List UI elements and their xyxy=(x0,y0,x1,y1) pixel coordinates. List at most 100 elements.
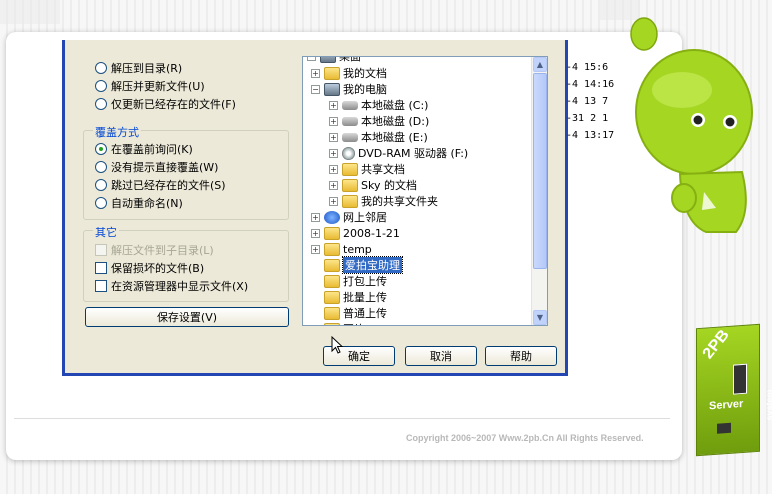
tree-item-label: 打包上传 xyxy=(343,275,387,288)
tree-item-desktop[interactable]: − 桌面 xyxy=(307,56,361,64)
tree-item-label: 本地磁盘 (E:) xyxy=(361,131,428,144)
folder-icon xyxy=(324,226,340,240)
option-label: 解压文件到子目录(L) xyxy=(111,244,214,257)
folder-tree[interactable]: − 桌面 + 我的文档 − 我的电脑 + 本地磁盘 (C:) + 本地磁盘 (D… xyxy=(302,56,548,326)
tree-item-temp[interactable]: + temp xyxy=(311,241,372,257)
folder-icon xyxy=(342,162,358,176)
expand-icon[interactable]: + xyxy=(311,228,320,238)
folder-icon xyxy=(324,306,340,320)
tree-item-batch-upload[interactable]: 批量上传 xyxy=(324,289,387,305)
scroll-thumb[interactable] xyxy=(533,73,547,269)
log-line: -4 14:16 xyxy=(566,79,615,90)
tree-item-label: 共享文档 xyxy=(361,163,405,176)
expand-icon[interactable]: + xyxy=(311,244,320,254)
mascot-figure xyxy=(630,17,753,233)
tree-item-disk-c[interactable]: + 本地磁盘 (C:) xyxy=(329,97,428,113)
radio-icon xyxy=(95,98,107,110)
option-label: 在覆盖前询问(K) xyxy=(111,143,193,156)
tree-item-label: DVD-RAM 驱动器 (F:) xyxy=(358,147,469,160)
option-label: 保留损坏的文件(B) xyxy=(111,262,205,275)
tree-item-label: 本地磁盘 (D:) xyxy=(361,115,430,128)
folder-icon xyxy=(342,194,358,208)
tree-item-my-computer[interactable]: − 我的电脑 xyxy=(311,81,387,97)
tree-item-label: 爱拍宝助理 xyxy=(342,256,403,274)
tree-item-my-documents[interactable]: + 我的文档 xyxy=(311,65,387,81)
expand-icon[interactable]: + xyxy=(329,180,338,190)
network-icon xyxy=(324,210,340,224)
server-box-caption: Server xyxy=(709,397,744,413)
folder-icon xyxy=(324,274,340,288)
tree-item-disk-d[interactable]: + 本地磁盘 (D:) xyxy=(329,113,429,129)
checkbox-show-in-explorer[interactable]: 在资源管理器中显示文件(X) xyxy=(95,278,248,294)
radio-icon xyxy=(95,161,107,173)
radio-icon xyxy=(95,80,107,92)
tree-item-label: 本地磁盘 (C:) xyxy=(361,99,429,112)
tree-item-label: 图片 xyxy=(343,321,365,325)
expand-icon[interactable]: + xyxy=(329,100,338,110)
radio-ask-before-overwrite[interactable]: 在覆盖前询问(K) xyxy=(95,141,193,157)
collapse-icon[interactable]: − xyxy=(307,57,316,61)
tree-item-label: Sky 的文档 xyxy=(361,179,417,192)
radio-auto-rename[interactable]: 自动重命名(N) xyxy=(95,195,183,211)
tree-item-dvd[interactable]: + DVD-RAM 驱动器 (F:) xyxy=(329,145,468,161)
option-label: 自动重命名(N) xyxy=(111,197,183,210)
tree-item-selected-folder[interactable]: 爱拍宝助理 xyxy=(324,256,403,274)
option-label: 跳过已经存在的文件(S) xyxy=(111,179,226,192)
radio-extract-update[interactable]: 解压并更新文件(U) xyxy=(95,78,205,94)
expand-icon[interactable]: + xyxy=(311,212,320,222)
tree-item-normal-upload[interactable]: 普通上传 xyxy=(324,305,387,321)
tree-item-pictures[interactable]: 图片 xyxy=(324,321,365,325)
tree-item-sky-docs[interactable]: + Sky 的文档 xyxy=(329,177,417,193)
server-light xyxy=(717,422,731,434)
tree-item-pack-upload[interactable]: 打包上传 xyxy=(324,273,387,289)
tree-item-label: 2008-1-21 xyxy=(343,226,400,240)
checkbox-keep-broken[interactable]: 保留损坏的文件(B) xyxy=(95,260,204,276)
save-settings-button[interactable]: 保存设置(V) xyxy=(85,307,289,327)
tree-item-label: 我的电脑 xyxy=(343,83,387,96)
expand-icon[interactable]: + xyxy=(329,148,338,158)
other-group-title: 其它 xyxy=(93,224,119,240)
log-line: -4 13 7 xyxy=(566,96,609,107)
tree-item-shared-docs[interactable]: + 共享文档 xyxy=(329,161,405,177)
folder-icon xyxy=(342,178,358,192)
server-box-logo: 2PB xyxy=(699,326,733,363)
expand-icon[interactable]: + xyxy=(329,164,338,174)
radio-icon xyxy=(95,179,107,191)
scroll-down-icon[interactable]: ▼ xyxy=(533,310,547,325)
tree-item-my-shared-folder[interactable]: + 我的共享文件夹 xyxy=(329,193,438,209)
overwrite-group-title: 覆盖方式 xyxy=(93,124,141,140)
computer-icon xyxy=(324,82,340,96)
folder-icon xyxy=(324,258,340,272)
disk-icon xyxy=(342,116,358,126)
server-box-side: system xyxy=(764,389,772,421)
desktop-icon xyxy=(320,57,336,63)
collapse-icon[interactable]: − xyxy=(311,84,320,94)
radio-skip-existing[interactable]: 跳过已经存在的文件(S) xyxy=(95,177,226,193)
disk-icon xyxy=(342,132,358,142)
server-slot xyxy=(733,363,747,395)
radio-extract-dir[interactable]: 解压到目录(R) xyxy=(95,60,182,76)
disk-icon xyxy=(342,100,358,110)
option-label: 仅更新已经存在的文件(F) xyxy=(111,98,236,111)
checkbox-extract-subdir[interactable]: 解压文件到子目录(L) xyxy=(95,242,214,258)
help-button[interactable]: 帮助 xyxy=(485,346,557,366)
expand-icon[interactable]: + xyxy=(311,68,320,78)
expand-icon[interactable]: + xyxy=(329,196,338,206)
server-box: 2PB Server xyxy=(696,323,760,457)
expand-icon[interactable]: + xyxy=(329,132,338,142)
radio-overwrite-silently[interactable]: 没有提示直接覆盖(W) xyxy=(95,159,218,175)
option-label: 解压并更新文件(U) xyxy=(111,80,205,93)
tree-item-network[interactable]: + 网上邻居 xyxy=(311,209,387,225)
radio-icon xyxy=(95,143,107,155)
scroll-up-icon[interactable]: ▲ xyxy=(533,57,547,72)
tree-item-2008-1-21[interactable]: + 2008-1-21 xyxy=(311,225,400,241)
tree-item-label: 网上邻居 xyxy=(343,211,387,224)
tree-item-label: 桌面 xyxy=(339,56,361,63)
folder-icon xyxy=(324,242,340,256)
pixel-decor xyxy=(0,0,60,24)
tree-item-disk-e[interactable]: + 本地磁盘 (E:) xyxy=(329,129,428,145)
cancel-button[interactable]: 取消 xyxy=(405,346,477,366)
vertical-scrollbar[interactable]: ▲ ▼ xyxy=(531,57,547,325)
expand-icon[interactable]: + xyxy=(329,116,338,126)
radio-update-existing[interactable]: 仅更新已经存在的文件(F) xyxy=(95,96,236,112)
